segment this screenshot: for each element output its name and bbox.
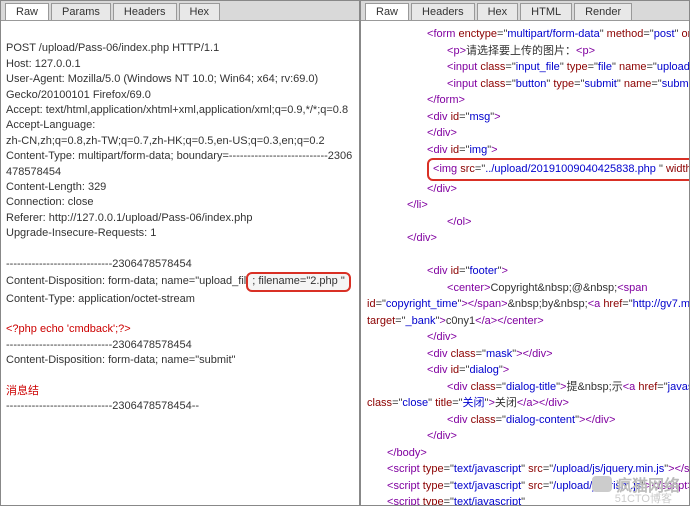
div-footer: <div id="footer"> xyxy=(367,263,683,280)
form-close: </form> xyxy=(367,92,683,109)
php-payload: <?php echo 'cmdback';?> xyxy=(6,323,131,335)
img-highlight: <img src="../upload/20191009040425838.ph… xyxy=(427,158,689,181)
tab-raw[interactable]: Raw xyxy=(5,3,49,20)
center-copyright: <center>Copyright&nbsp;@&nbsp;<span xyxy=(367,280,683,297)
div-msg: <div id="msg"> xyxy=(367,109,683,126)
request-content[interactable]: POST /upload/Pass-06/index.php HTTP/1.1 … xyxy=(1,21,359,505)
user-agent-header: User-Agent: Mozilla/5.0 (Windows NT 10.0… xyxy=(6,73,318,85)
ol-close: </ol> xyxy=(367,214,683,231)
connection-header: Connection: close xyxy=(6,196,93,208)
dialog-close: class="close" title="关闭">关闭</a></div> xyxy=(367,395,683,412)
host-header: Host: 127.0.0.1 xyxy=(6,58,81,70)
p-tag: <p>请选择要上传的图片：<p> xyxy=(367,43,683,60)
request-panel: Raw Params Headers Hex POST /upload/Pass… xyxy=(0,0,360,506)
accept-header: Accept: text/html,application/xhtml+xml,… xyxy=(6,104,348,116)
tab-headers-resp[interactable]: Headers xyxy=(411,3,475,20)
dialog-content: <div class="dialog-content"></div> xyxy=(367,412,683,429)
accept-lang-value: zh-CN,zh;q=0.8,zh-TW;q=0.7,zh-HK;q=0.5,e… xyxy=(6,135,325,147)
gecko: Gecko/20100101 Firefox/69.0 xyxy=(6,89,151,101)
div-footer-close: </div> xyxy=(367,329,683,346)
response-tabs: Raw Headers Hex HTML Render xyxy=(361,1,689,21)
div-dialog: <div id="dialog"> xyxy=(367,362,683,379)
referer-header: Referer: http://127.0.0.1/upload/Pass-06… xyxy=(6,212,252,224)
img-tag-line: <img src="../upload/20191009040425838.ph… xyxy=(367,158,683,181)
copyright-span: id="copyright_time"></span>&nbsp;by&nbsp… xyxy=(367,296,683,313)
tab-html-resp[interactable]: HTML xyxy=(520,3,572,20)
div-msg-close: </div> xyxy=(367,125,683,142)
upgrade-insecure: Upgrade-Insecure-Requests: 1 xyxy=(6,227,156,239)
request-tabs: Raw Params Headers Hex xyxy=(1,1,359,21)
form-open: <form enctype="multipart/form-data" meth… xyxy=(367,26,683,43)
content-length-header: Content-Length: 329 xyxy=(6,181,106,193)
watermark-sub: 51CTO博客 xyxy=(615,490,672,506)
content-disposition-1: Content-Disposition: form-data; name="up… xyxy=(6,275,351,287)
content-disposition-2: Content-Disposition: form-data; name="su… xyxy=(6,354,235,366)
tab-headers[interactable]: Headers xyxy=(113,3,177,20)
wechat-icon xyxy=(592,476,612,492)
div-img-close: </div> xyxy=(367,181,683,198)
tab-hex[interactable]: Hex xyxy=(179,3,221,20)
response-panel: Raw Headers Hex HTML Render <form enctyp… xyxy=(360,0,690,506)
boundary-3: -----------------------------23064785784… xyxy=(6,400,199,412)
tab-render-resp[interactable]: Render xyxy=(574,3,632,20)
div-mask: <div class="mask"></div> xyxy=(367,346,683,363)
body-close: </body> xyxy=(367,445,683,462)
submit-value: 消息结 xyxy=(6,385,39,397)
content-type-header: Content-Type: multipart/form-data; bound… xyxy=(6,150,352,177)
input-submit: <input class="button" type="submit" name… xyxy=(367,76,683,93)
tab-params[interactable]: Params xyxy=(51,3,111,20)
div-dialog-close: </div> xyxy=(367,428,683,445)
dialog-title: <div class="dialog-title">提&nbsp;示<a hre… xyxy=(367,379,683,396)
li-close: </li> xyxy=(367,197,683,214)
copyright-link: target="_bank">c0ny1</a></center> xyxy=(367,313,683,330)
request-line: POST /upload/Pass-06/index.php HTTP/1.1 xyxy=(6,42,219,54)
boundary-2: -----------------------------23064785784… xyxy=(6,339,192,351)
filename-highlight: ; filename="2.php " xyxy=(246,272,351,291)
content-type-2: Content-Type: application/octet-stream xyxy=(6,293,195,305)
div-img: <div id="img"> xyxy=(367,142,683,159)
tab-raw-resp[interactable]: Raw xyxy=(365,3,409,20)
response-content[interactable]: <form enctype="multipart/form-data" meth… xyxy=(361,21,689,505)
input-file: <input class="input_file" type="file" na… xyxy=(367,59,683,76)
accept-lang-header: Accept-Language: xyxy=(6,119,95,131)
div-close-1: </div> xyxy=(367,230,683,247)
tab-hex-resp[interactable]: Hex xyxy=(477,3,519,20)
boundary-1: -----------------------------23064785784… xyxy=(6,258,192,270)
